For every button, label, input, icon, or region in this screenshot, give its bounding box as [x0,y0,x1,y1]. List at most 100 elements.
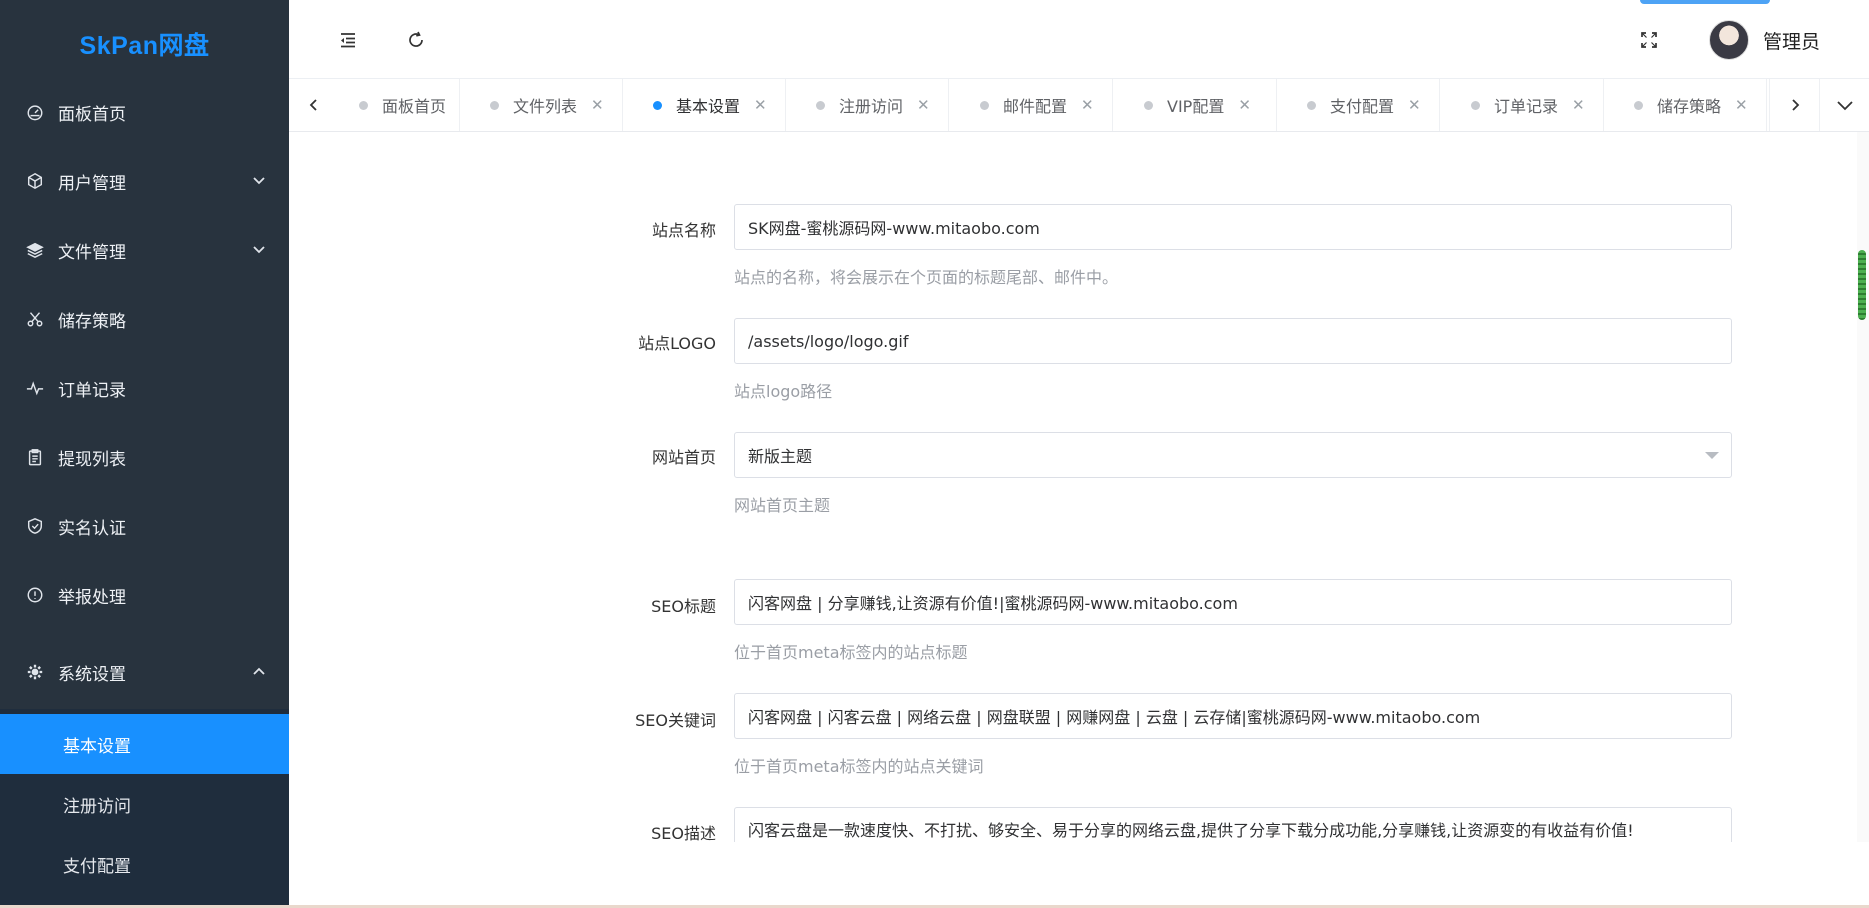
tab-status-dot [1471,100,1480,110]
submenu-item-label: 注册访问 [63,796,131,817]
tab-mail-config[interactable]: 邮件配置 ✕ [960,79,1113,131]
homepage-help: 网站首页主题 [734,496,831,515]
tab-label: 基本设置 [676,97,741,116]
sidebar-item-label: 系统设置 [58,664,126,685]
sidebar-item-storage[interactable]: 储存策略 [0,284,289,354]
tab-label: 储存策略 [1657,97,1722,116]
layers-icon [25,240,45,260]
top-accent-strip [1640,0,1770,4]
menu-collapse-button[interactable] [333,25,363,55]
top-header: 管理员 [289,0,1869,79]
seo-desc-textarea[interactable]: 闪客云盘是一款速度快、不打扰、够安全、易于分享的网络云盘,提供了分享下载分成功能… [734,807,1732,842]
sidebar-item-files[interactable]: 文件管理 [0,215,289,285]
refresh-icon [409,31,423,47]
refresh-button[interactable] [401,25,431,55]
chevron-left-icon [309,99,317,111]
user-name[interactable]: 管理员 [1763,27,1820,54]
tab-status-dot [1634,100,1643,110]
tab-status-dot [359,100,368,110]
seo-title-input[interactable]: 闪客网盘 | 分享赚钱,让资源有价值!|蜜桃源码网-www.mitaobo.co… [734,579,1732,625]
site-name-help: 站点的名称，将会展示在个页面的标题尾部、邮件中。 [734,268,1119,287]
tab-close-icon[interactable]: ✕ [1572,96,1585,114]
tab-register-access[interactable]: 注册访问 ✕ [796,79,949,131]
sidebar-item-verification[interactable]: 实名认证 [0,491,289,561]
chevron-down-icon [251,172,267,188]
shield-check-icon [25,516,45,536]
homepage-select[interactable]: 新版主题 [734,432,1732,478]
tab-close-icon[interactable]: ✕ [1081,96,1094,114]
homepage-label: 网站首页 [651,448,716,467]
indent-icon [341,33,355,48]
info-circle-icon [25,585,45,605]
tab-close-icon[interactable]: ✕ [754,96,767,114]
seo-title-help: 位于首页meta标签内的站点标题 [734,643,968,662]
tab-status-dot [490,100,499,110]
sidebar: SkPan网盘 面板首页 用户管理 文件管理 储存策略 订单记录 提现列表 实名… [0,0,289,905]
tab-storage-policy[interactable]: 储存策略 ✕ [1614,79,1767,131]
dashboard-icon [25,102,45,122]
sidebar-item-dashboard[interactable]: 面板首页 [0,77,289,147]
tab-status-dot [980,100,989,110]
tabs-scroll-right-button[interactable] [1769,79,1820,131]
tab-status-dot [1307,100,1316,110]
tab-label: 支付配置 [1330,97,1395,116]
scissors-icon [25,309,45,329]
seo-title-label: SEO标题 [651,597,716,616]
dropdown-caret-icon [1705,452,1719,459]
tab-basic-settings[interactable]: 基本设置 ✕ [633,79,786,131]
scrollbar-thumb[interactable] [1858,250,1866,320]
brand-logo[interactable]: SkPan网盘 [0,0,289,87]
chevron-down-icon [251,241,267,257]
tab-close-icon[interactable]: ✕ [1408,96,1421,114]
sidebar-item-label: 储存策略 [58,311,126,332]
site-name-label: 站点名称 [651,221,716,240]
site-logo-label: 站点LOGO [638,334,716,353]
sidebar-item-reports[interactable]: 举报处理 [0,560,289,630]
chevron-down-icon [1837,101,1853,111]
seo-keywords-label: SEO关键词 [635,711,716,730]
clipboard-icon [25,447,45,467]
site-logo-input[interactable]: /assets/logo/logo.gif [734,318,1732,364]
tab-status-dot [816,100,825,110]
tabs-bar: 面板首页 文件列表 ✕ 基本设置 ✕ 注册访问 ✕ 邮件配置 ✕ VIP配置 ✕… [289,79,1869,132]
submenu-item-basic-settings[interactable]: 基本设置 [0,714,289,774]
sidebar-item-label: 订单记录 [58,380,126,401]
fullscreen-button[interactable] [1634,25,1664,55]
tab-label: 面板首页 [382,97,447,116]
avatar[interactable] [1709,20,1749,60]
tab-label: 注册访问 [839,97,904,116]
tab-order-records[interactable]: 订单记录 ✕ [1451,79,1604,131]
tab-status-dot [653,100,662,110]
settings-submenu: 基本设置 注册访问 支付配置 [0,709,289,905]
submenu-item-label: 基本设置 [63,736,131,757]
homepage-selected-value: 新版主题 [748,447,813,466]
tab-close-icon[interactable]: ✕ [1238,96,1251,114]
tab-vip-config[interactable]: VIP配置 ✕ [1124,79,1277,131]
sidebar-item-settings[interactable]: 系统设置 [0,637,289,707]
tab-status-dot [1144,100,1153,110]
submenu-item-payment-config[interactable]: 支付配置 [0,834,289,894]
tab-label: 订单记录 [1494,97,1559,116]
fullscreen-icon [1641,32,1657,48]
seo-keywords-input[interactable]: 闪客网盘 | 闪客云盘 | 网络云盘 | 网盘联盟 | 网赚网盘 | 云盘 | … [734,693,1732,739]
tab-dashboard[interactable]: 面板首页 [339,79,460,131]
tab-file-list[interactable]: 文件列表 ✕ [470,79,623,131]
submenu-item-register-access[interactable]: 注册访问 [0,774,289,834]
sidebar-item-users[interactable]: 用户管理 [0,146,289,216]
tabs-scroll-left-button[interactable] [289,79,339,131]
site-name-input[interactable]: SK网盘-蜜桃源码网-www.mitaobo.com [734,204,1732,250]
sidebar-item-label: 提现列表 [58,449,126,470]
tab-close-icon[interactable]: ✕ [1735,96,1748,114]
sidebar-item-withdrawals[interactable]: 提现列表 [0,422,289,492]
sidebar-item-label: 文件管理 [58,242,126,263]
sidebar-item-orders[interactable]: 订单记录 [0,353,289,423]
page-scrollbar[interactable] [1857,132,1869,842]
tab-label: 文件列表 [513,97,578,116]
tab-label: VIP配置 [1167,97,1225,116]
tab-payment-config[interactable]: 支付配置 ✕ [1287,79,1440,131]
activity-icon [25,378,45,398]
tab-close-icon[interactable]: ✕ [917,96,930,114]
tab-close-icon[interactable]: ✕ [591,96,604,114]
sidebar-item-label: 面板首页 [58,104,126,125]
tabs-menu-button[interactable] [1819,79,1869,131]
